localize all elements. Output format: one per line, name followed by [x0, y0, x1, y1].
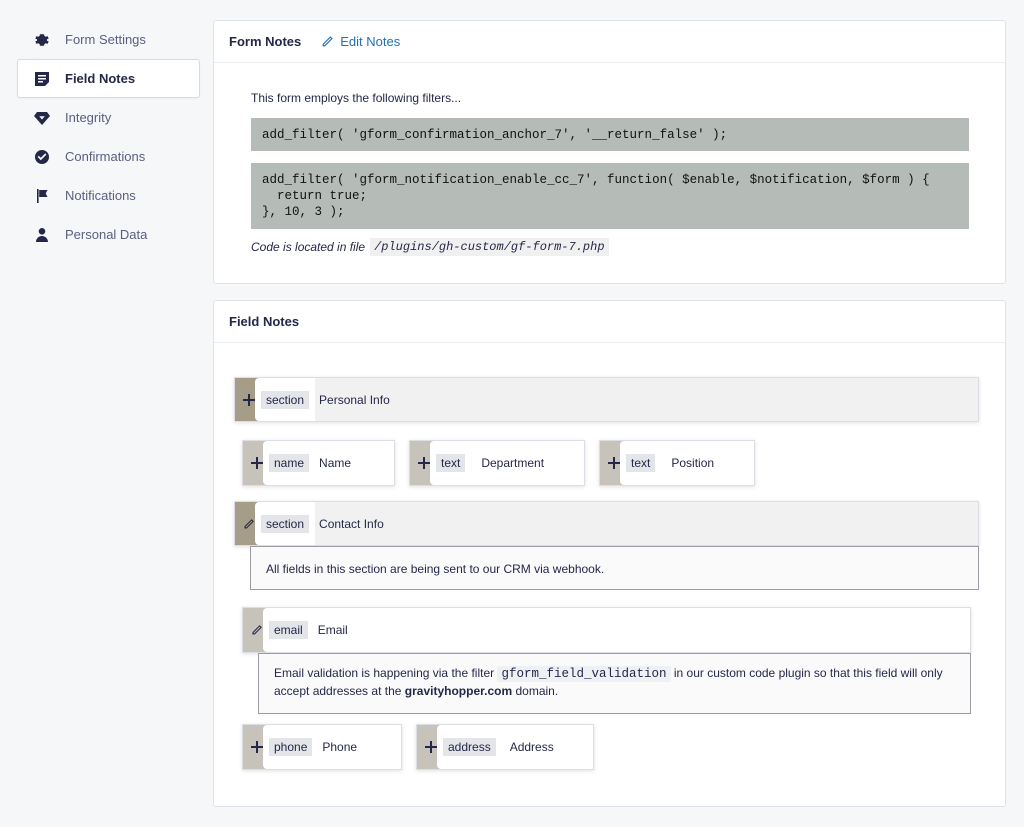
sidebar-item-notifications[interactable]: Notifications	[17, 176, 200, 215]
field-row-name[interactable]: name Name	[242, 440, 395, 486]
type-badge: name	[269, 454, 310, 472]
sidebar-item-field-notes[interactable]: Field Notes	[17, 59, 200, 98]
sidebar-item-label: Personal Data	[65, 227, 148, 242]
sidebar-item-label: Integrity	[65, 110, 112, 125]
field-label: Email	[317, 623, 348, 637]
field-note-text: domain.	[515, 684, 559, 698]
sidebar-item-confirmations[interactable]: Confirmations	[17, 137, 200, 176]
type-badge-wrap: text	[430, 441, 472, 485]
field-label: Personal Info	[319, 392, 390, 407]
plus-icon	[425, 741, 437, 753]
pencil-icon	[244, 518, 254, 528]
sidebar: Form Settings Field Notes Integrity Conf…	[17, 20, 200, 254]
edit-notes-label: Edit Notes	[340, 34, 401, 49]
field-row-email[interactable]: email Email	[242, 607, 971, 653]
field-row-address[interactable]: address Address	[416, 724, 594, 770]
field-notes-title: Field Notes	[229, 314, 300, 329]
type-badge: address	[443, 738, 496, 756]
field-row-contact-info-section[interactable]: section Contact Info	[234, 501, 979, 546]
gear-icon	[34, 32, 50, 48]
file-location: Code is located in file /plugins/gh-cust…	[251, 238, 609, 256]
plus-icon	[243, 393, 255, 406]
type-badge: section	[261, 390, 310, 409]
sidebar-item-form-settings[interactable]: Form Settings	[17, 20, 200, 59]
field-note-text: Email validation is happening via the fi…	[274, 666, 495, 680]
pencil-icon	[252, 625, 262, 635]
code-block: add_filter( 'gform_confirmation_anchor_7…	[251, 118, 969, 151]
field-row-department[interactable]: text Department	[409, 440, 585, 486]
type-badge-wrap: email	[263, 608, 314, 652]
field-row-position[interactable]: text Position	[599, 440, 755, 486]
form-notes-panel: Form Notes Edit Notes This form employs …	[213, 20, 1006, 284]
plus-icon	[251, 741, 263, 753]
pencil-icon	[322, 36, 334, 47]
plus-icon	[251, 457, 263, 469]
sidebar-item-personal-data[interactable]: Personal Data	[17, 215, 200, 254]
field-notes-header: Field Notes	[214, 301, 1005, 343]
sidebar-item-label: Confirmations	[65, 149, 146, 164]
type-badge-wrap: section	[255, 502, 316, 545]
type-badge-wrap: address	[437, 725, 502, 769]
field-label: Department	[481, 456, 545, 470]
sidebar-item-label: Notifications	[65, 188, 136, 203]
type-badge: text	[436, 454, 466, 472]
domain-name: gravityhopper.com	[404, 684, 513, 698]
sidebar-item-label: Form Settings	[65, 32, 146, 47]
flag-icon	[34, 188, 50, 204]
type-badge: phone	[269, 738, 313, 756]
filter-name-code: gform_field_validation	[497, 666, 671, 682]
file-location-label: Code is located in file	[251, 240, 366, 254]
form-notes-header: Form Notes Edit Notes	[214, 21, 1005, 63]
file-path: /plugins/gh-custom/gf-form-7.php	[370, 238, 609, 256]
type-badge: section	[261, 514, 310, 533]
field-notes-panel: Field Notes section Personal Info name N…	[213, 300, 1006, 807]
field-note: Email validation is happening via the fi…	[258, 653, 971, 714]
sidebar-item-label: Field Notes	[65, 71, 136, 86]
notes-icon	[34, 71, 50, 87]
type-badge-wrap: section	[255, 378, 316, 421]
sidebar-item-integrity[interactable]: Integrity	[17, 98, 200, 137]
field-note: All fields in this section are being sen…	[250, 546, 979, 590]
field-label: Phone	[322, 740, 358, 754]
field-label: Contact Info	[319, 516, 384, 531]
field-label: Position	[671, 456, 715, 470]
type-badge-wrap: name	[263, 441, 316, 485]
form-notes-intro: This form employs the following filters.…	[251, 91, 462, 105]
type-badge-wrap: phone	[263, 725, 319, 769]
person-icon	[34, 227, 50, 243]
check-circle-icon	[34, 149, 50, 165]
field-note-text: All fields in this section are being sen…	[266, 562, 605, 576]
field-label: Address	[509, 740, 554, 754]
type-badge-wrap: text	[620, 441, 662, 485]
code-block: add_filter( 'gform_notification_enable_c…	[251, 163, 969, 229]
type-badge: text	[626, 454, 656, 472]
field-row-personal-info-section[interactable]: section Personal Info	[234, 377, 979, 422]
form-notes-title: Form Notes	[229, 34, 302, 49]
diamond-icon	[34, 110, 50, 126]
field-label: Name	[319, 456, 352, 470]
plus-icon	[608, 457, 620, 469]
edit-notes-link[interactable]: Edit Notes	[321, 34, 400, 49]
field-row-phone[interactable]: phone Phone	[242, 724, 402, 770]
type-badge: email	[269, 621, 308, 639]
plus-icon	[418, 457, 430, 469]
